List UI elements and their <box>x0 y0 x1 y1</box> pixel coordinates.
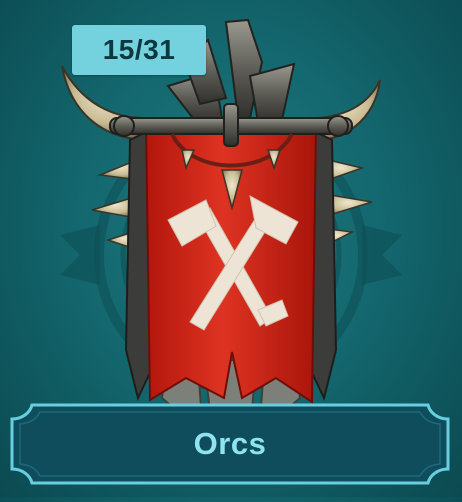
collection-count-text: 15/31 <box>102 34 176 65</box>
collection-count-badge: 15/31 <box>72 25 206 75</box>
faction-card[interactable]: 15/31 Orcs <box>0 0 462 497</box>
faction-name-plate[interactable]: Orcs <box>10 403 450 485</box>
faction-name: Orcs <box>193 426 267 461</box>
